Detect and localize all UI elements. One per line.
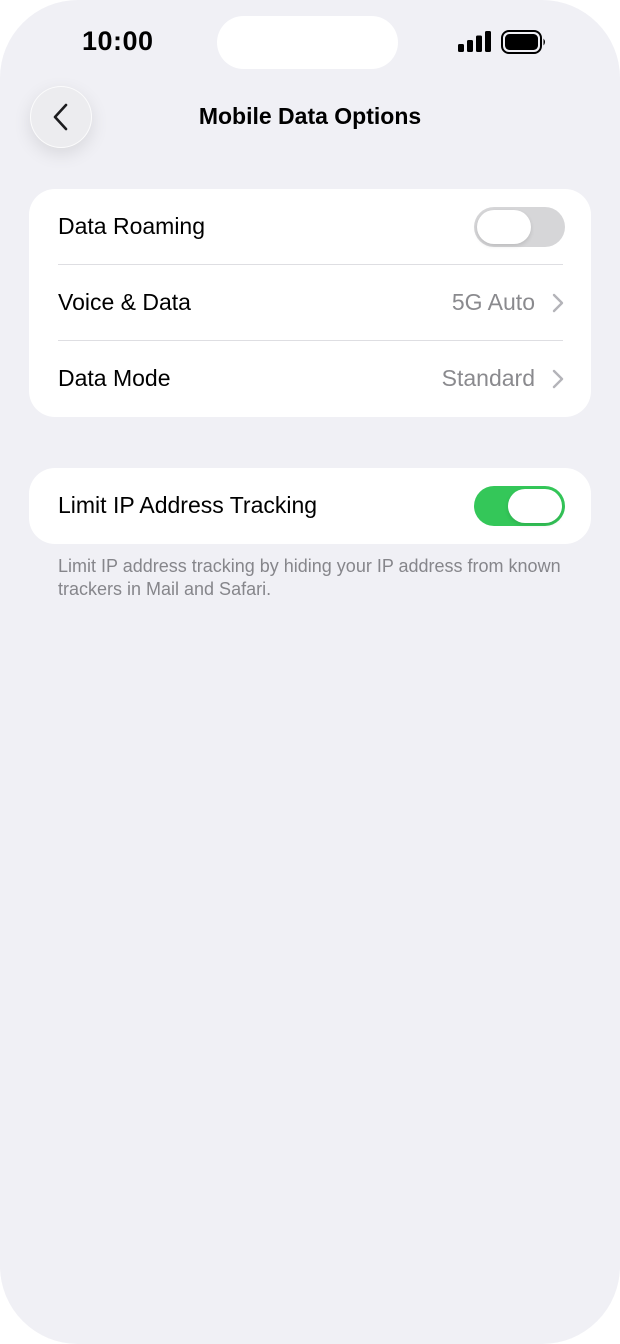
data-roaming-toggle[interactable]: [474, 207, 565, 247]
data-mode-label: Data Mode: [58, 365, 171, 391]
limit-ip-tracking-label: Limit IP Address Tracking: [58, 492, 318, 518]
status-time: 10:00: [82, 26, 154, 56]
data-roaming-row: Data Roaming: [29, 189, 591, 265]
data-mode-row[interactable]: Data Mode Standard: [29, 341, 591, 417]
toggle-knob: [477, 210, 531, 244]
cellular-signal-icon: [458, 31, 491, 52]
data-mode-value: Standard: [441, 365, 535, 391]
voice-and-data-label: Voice & Data: [58, 289, 191, 315]
phone-screen: 10:00 Mobile Data Options Data Roaming V…: [0, 0, 620, 1344]
battery-full-icon: [501, 30, 545, 54]
limit-ip-tracking-row: Limit IP Address Tracking: [29, 468, 591, 544]
settings-group-privacy: Limit IP Address Tracking: [29, 468, 591, 544]
page-title: Mobile Data Options: [198, 103, 422, 129]
limit-ip-tracking-description: Limit IP address tracking by hiding your…: [58, 556, 561, 599]
chevron-right-icon: [552, 369, 564, 389]
toggle-knob: [508, 489, 562, 523]
chevron-right-icon: [552, 293, 564, 313]
limit-ip-tracking-toggle[interactable]: [474, 486, 565, 526]
settings-group-mobile-data: Data Roaming Voice & Data 5G Auto Data M…: [29, 189, 591, 417]
voice-and-data-value: 5G Auto: [451, 289, 535, 315]
dynamic-island: [217, 16, 398, 69]
data-roaming-label: Data Roaming: [58, 213, 206, 239]
voice-and-data-row[interactable]: Voice & Data 5G Auto: [29, 265, 591, 341]
